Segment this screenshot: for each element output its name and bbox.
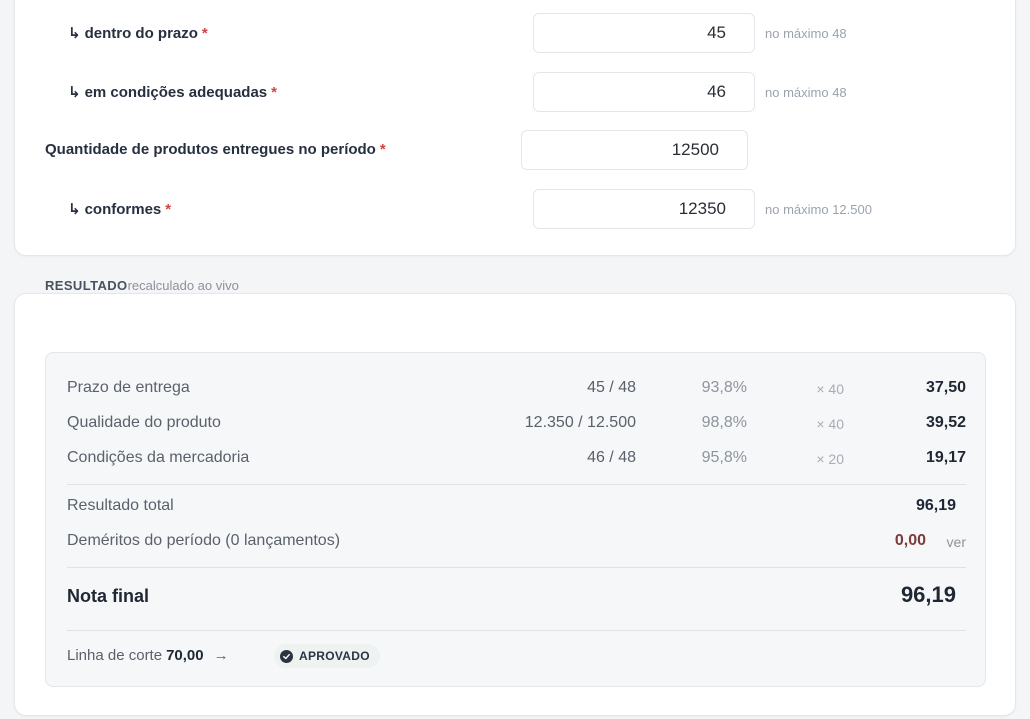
- criterion-percentage: 95,8%: [701, 449, 747, 466]
- total-label: Resultado total: [67, 497, 174, 514]
- adequate-condition-input[interactable]: [533, 72, 755, 112]
- divider: [67, 567, 966, 568]
- score-breakdown-panel: Prazo de entrega 45 / 48 93,8% × 40 37,5…: [45, 352, 986, 687]
- demerits-row: Deméritos do período (0 lançamentos) 0,0…: [46, 530, 987, 554]
- result-heading-note: recalculado ao vivo: [127, 278, 239, 293]
- on-time-input[interactable]: [533, 13, 755, 53]
- field-label-on-time: ↳ dentro do prazo *: [68, 25, 208, 42]
- criterion-points: 39,52: [925, 414, 966, 431]
- arrow-right-icon: →: [213, 647, 229, 664]
- field-row-adequate-condition: ↳em condições adequadas* no máximo 48: [0, 72, 1030, 112]
- criterion-ratio: 46 / 48: [587, 449, 636, 466]
- cutoff-value: 70,00: [166, 647, 204, 664]
- check-circle-icon: [280, 649, 293, 663]
- criterion-weight: × 20: [816, 451, 844, 467]
- field-row-compliant: ↳conformes* no máximo 12.500: [0, 189, 1030, 229]
- criterion-name: Condições da mercadoria: [67, 449, 250, 466]
- status-text: APROVADO: [299, 649, 370, 663]
- compliant-hint: no máximo 12.500: [765, 202, 872, 217]
- total-row: Resultado total 96,19: [46, 495, 987, 519]
- required-mark: *: [271, 84, 277, 101]
- criterion-row: Condições da mercadoria 46 / 48 95,8% × …: [46, 447, 987, 471]
- criterion-points: 19,17: [925, 449, 966, 466]
- demerits-view-link[interactable]: ver: [947, 534, 966, 550]
- cutoff-text: Linha de corte 70,00 →: [67, 647, 229, 664]
- criterion-row: Prazo de entrega 45 / 48 93,8% × 40 37,5…: [46, 377, 987, 401]
- criterion-row: Qualidade do produto 12.350 / 12.500 98,…: [46, 412, 987, 436]
- final-score-label: Nota final: [67, 586, 150, 606]
- compliant-input[interactable]: [533, 189, 755, 229]
- sub-arrow-icon: ↳: [68, 201, 81, 218]
- criterion-ratio: 12.350 / 12.500: [524, 414, 636, 431]
- on-time-hint: no máximo 48: [765, 26, 847, 41]
- total-value: 96,19: [915, 497, 956, 514]
- field-label-adequate-condition: ↳ em condições adequadas *: [68, 84, 277, 101]
- status-badge: APROVADO: [274, 644, 380, 668]
- sub-arrow-icon: ↳: [68, 25, 81, 42]
- sub-arrow-icon: ↳: [68, 84, 81, 101]
- criterion-percentage: 98,8%: [701, 414, 747, 431]
- required-mark: *: [165, 201, 172, 218]
- required-mark: *: [379, 141, 386, 158]
- divider: [67, 484, 966, 485]
- final-score-row: Nota final 96,19: [46, 582, 987, 612]
- result-heading-title: RESULTADO: [45, 278, 128, 293]
- divider: [67, 630, 966, 631]
- criterion-percentage: 93,8%: [701, 379, 747, 396]
- criterion-weight: × 40: [816, 381, 844, 397]
- demerits-value: 0,00: [894, 532, 926, 549]
- field-label-products-delivered: Quantidade de produtos entregues no perí…: [45, 141, 386, 158]
- adequate-condition-hint: no máximo 48: [765, 85, 847, 100]
- field-label-compliant: ↳ conformes *: [68, 201, 172, 218]
- final-score-value: 96,19: [900, 582, 956, 607]
- criterion-name: Qualidade do produto: [67, 414, 221, 431]
- required-mark: *: [201, 25, 208, 42]
- products-delivered-input[interactable]: [521, 130, 748, 170]
- field-row-on-time: ↳dentro do prazo* no máximo 48: [0, 13, 1030, 53]
- criterion-ratio: 45 / 48: [587, 379, 636, 396]
- cutoff-row: Linha de corte 70,00 → APROVADO: [46, 642, 987, 670]
- criterion-points: 37,50: [925, 379, 966, 396]
- field-row-products-delivered: Quantidade de produtos entregues no perí…: [0, 130, 1030, 170]
- criterion-weight: × 40: [816, 416, 844, 432]
- criterion-name: Prazo de entrega: [67, 379, 190, 396]
- cutoff-label: Linha de corte: [67, 647, 163, 664]
- demerits-label: Deméritos do período (0 lançamentos): [67, 532, 341, 549]
